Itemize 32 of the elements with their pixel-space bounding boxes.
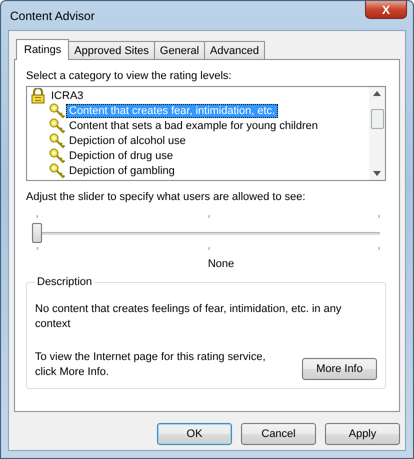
slider-prompt: Adjust the slider to specify what users are allowed to see: (26, 191, 306, 203)
tree-item[interactable]: Depiction of alcohol use (66, 134, 189, 148)
category-list[interactable]: ICRA3 Content that creates fear, intimidation, etc. Content that sets a bad example for young children Depiction of alcohol use Depiction of drug use Depiction of gambling (26, 86, 386, 181)
tab[interactable]: Approved Sites (68, 41, 155, 59)
tab[interactable]: General (154, 41, 206, 59)
tree-item[interactable]: Depiction of drug use (66, 148, 176, 162)
dialog-button[interactable]: Cancel (241, 423, 316, 445)
dialog-button[interactable]: Apply (325, 423, 400, 445)
slider-thumb[interactable] (32, 223, 42, 243)
key-icon (48, 162, 66, 178)
key-icon (48, 148, 66, 164)
category-prompt: Select a category to view the rating levels: (26, 70, 232, 82)
scroll-thumb[interactable] (370, 108, 384, 128)
scrollbar[interactable] (369, 87, 385, 180)
scroll-down-icon[interactable] (373, 171, 381, 176)
key-icon (48, 118, 66, 134)
tree-item[interactable]: ICRA3 (48, 88, 86, 102)
tree-item[interactable]: Content that sets a bad example for young children (66, 118, 321, 132)
info-text: To view the Internet page for this rating service, click More Info. (35, 350, 267, 380)
close-button[interactable]: X (365, 1, 407, 19)
key-icon (48, 102, 66, 118)
slider-reading: None (206, 258, 236, 270)
window-title: Content Advisor (9, 8, 95, 22)
description-text: No content that creates feelings of fear, intimidation, etc. in any context (35, 302, 342, 332)
dialog-button[interactable]: OK (157, 423, 232, 445)
key-icon (48, 132, 66, 148)
group-title: Description (36, 276, 94, 288)
scroll-up-icon[interactable] (373, 91, 381, 96)
tab[interactable]: Advanced (204, 41, 265, 59)
tree-item[interactable]: Depiction of gambling (66, 164, 178, 178)
more-info-button[interactable]: More Info (302, 358, 377, 380)
tab[interactable]: Ratings (16, 39, 70, 60)
